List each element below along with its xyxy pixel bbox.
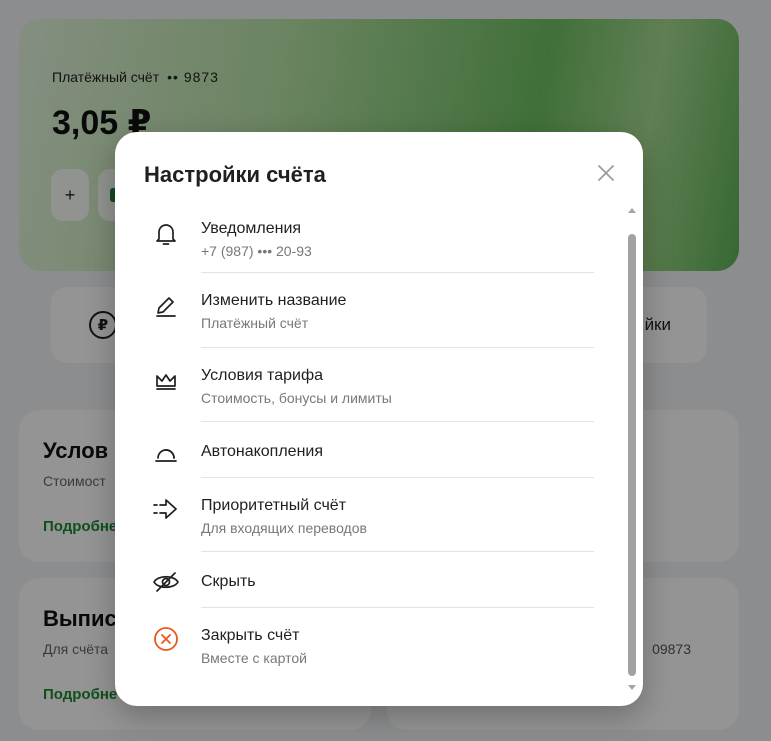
- gauge-icon: [152, 438, 180, 466]
- bell-icon: [152, 220, 180, 248]
- menu-item-sub: +7 (987) ••• 20-93: [201, 243, 312, 259]
- close-icon: [598, 165, 614, 181]
- crown-icon: [152, 367, 180, 395]
- menu-item-tariff[interactable]: Условия тарифа Стоимость, бонусы и лимит…: [144, 348, 594, 422]
- menu-item-sub: Вместе с картой: [201, 650, 307, 666]
- menu-item-label: Автонакопления: [201, 443, 324, 460]
- menu-item-hide[interactable]: Скрыть: [144, 552, 594, 608]
- settings-menu: Уведомления +7 (987) ••• 20-93 Изменить …: [144, 208, 594, 682]
- menu-item-label: Скрыть: [201, 573, 256, 590]
- scrollbar-thumb[interactable]: [628, 234, 636, 676]
- menu-item-rename[interactable]: Изменить название Платёжный счёт: [144, 273, 594, 348]
- scroll-up-arrow-icon[interactable]: [628, 208, 636, 213]
- account-settings-modal: Настройки счёта Уведомления +7 (987) •••…: [115, 132, 643, 706]
- menu-item-sub: Для входящих переводов: [201, 520, 367, 536]
- menu-item-label: Условия тарифа: [201, 367, 323, 384]
- menu-item-notifications[interactable]: Уведомления +7 (987) ••• 20-93: [144, 208, 594, 273]
- menu-item-sub: Платёжный счёт: [201, 315, 309, 331]
- menu-item-label: Изменить название: [201, 292, 347, 309]
- arrow-right-icon: [152, 495, 180, 523]
- pencil-icon: [152, 292, 180, 320]
- modal-scrollbar[interactable]: [627, 208, 637, 690]
- close-button[interactable]: [595, 162, 617, 184]
- menu-item-autosavings[interactable]: Автонакопления: [144, 422, 594, 478]
- modal-title: Настройки счёта: [144, 162, 326, 187]
- scroll-down-arrow-icon[interactable]: [628, 685, 636, 690]
- menu-item-priority-account[interactable]: Приоритетный счёт Для входящих переводов: [144, 478, 594, 552]
- menu-item-label: Приоритетный счёт: [201, 497, 347, 514]
- eye-off-icon: [152, 568, 180, 596]
- menu-item-sub: Стоимость, бонусы и лимиты: [201, 390, 392, 406]
- close-circle-icon: [152, 625, 180, 653]
- menu-item-close-account[interactable]: Закрыть счёт Вместе с картой: [144, 608, 594, 682]
- menu-item-label: Закрыть счёт: [201, 627, 300, 644]
- menu-item-label: Уведомления: [201, 220, 302, 237]
